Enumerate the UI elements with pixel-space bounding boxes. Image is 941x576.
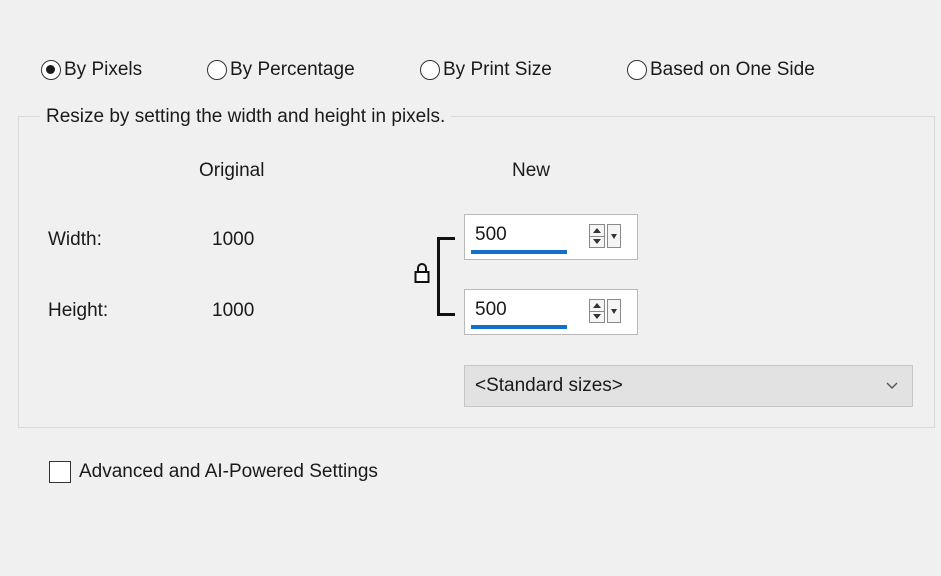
aspect-ratio-bracket bbox=[437, 237, 455, 316]
radio-based-on-one-side[interactable]: Based on One Side bbox=[627, 56, 815, 84]
radio-label: By Print Size bbox=[443, 59, 552, 80]
original-width-value: 1000 bbox=[212, 229, 255, 250]
chevron-down-icon bbox=[886, 382, 898, 389]
width-slider-bar[interactable] bbox=[471, 250, 567, 254]
radio-label: By Pixels bbox=[64, 59, 143, 80]
original-height-value: 1000 bbox=[212, 300, 255, 321]
new-height-value[interactable]: 500 bbox=[475, 299, 507, 321]
spin-down-icon[interactable] bbox=[590, 236, 604, 247]
new-width-value[interactable]: 500 bbox=[475, 224, 507, 246]
radio-indicator bbox=[627, 60, 647, 80]
radio-indicator-checked bbox=[41, 60, 61, 80]
radio-by-pixels[interactable]: By Pixels bbox=[41, 56, 142, 84]
dropdown-arrow-icon bbox=[611, 308, 617, 314]
radio-indicator bbox=[420, 60, 440, 80]
new-column-header: New bbox=[512, 160, 551, 181]
new-width-field[interactable]: 500 bbox=[464, 214, 638, 260]
spin-down-icon[interactable] bbox=[590, 311, 604, 322]
radio-label: Based on One Side bbox=[650, 59, 815, 80]
new-height-field[interactable]: 500 bbox=[464, 289, 638, 335]
lock-icon[interactable] bbox=[414, 262, 430, 284]
height-slider-bar[interactable] bbox=[471, 325, 567, 329]
resize-dialog: By Pixels By Percentage By Print Size Ba… bbox=[0, 0, 941, 576]
radio-label: By Percentage bbox=[230, 59, 355, 80]
radio-by-percentage[interactable]: By Percentage bbox=[207, 56, 355, 84]
standard-sizes-value: <Standard sizes> bbox=[475, 375, 623, 396]
advanced-settings-checkbox[interactable]: Advanced and AI-Powered Settings bbox=[49, 459, 378, 485]
width-spinner[interactable] bbox=[589, 224, 605, 248]
advanced-settings-label: Advanced and AI-Powered Settings bbox=[79, 461, 378, 482]
height-dropdown-button[interactable] bbox=[607, 299, 621, 323]
groupbox-legend: Resize by setting the width and height i… bbox=[40, 104, 452, 130]
height-spinner[interactable] bbox=[589, 299, 605, 323]
height-label: Height: bbox=[48, 300, 109, 321]
radio-by-print-size[interactable]: By Print Size bbox=[420, 56, 552, 84]
standard-sizes-dropdown[interactable]: <Standard sizes> bbox=[464, 365, 913, 407]
checkbox-box[interactable] bbox=[49, 461, 71, 483]
radio-indicator bbox=[207, 60, 227, 80]
width-label: Width: bbox=[48, 229, 102, 250]
width-dropdown-button[interactable] bbox=[607, 224, 621, 248]
dropdown-arrow-icon bbox=[611, 233, 617, 239]
original-column-header: Original bbox=[199, 160, 265, 181]
